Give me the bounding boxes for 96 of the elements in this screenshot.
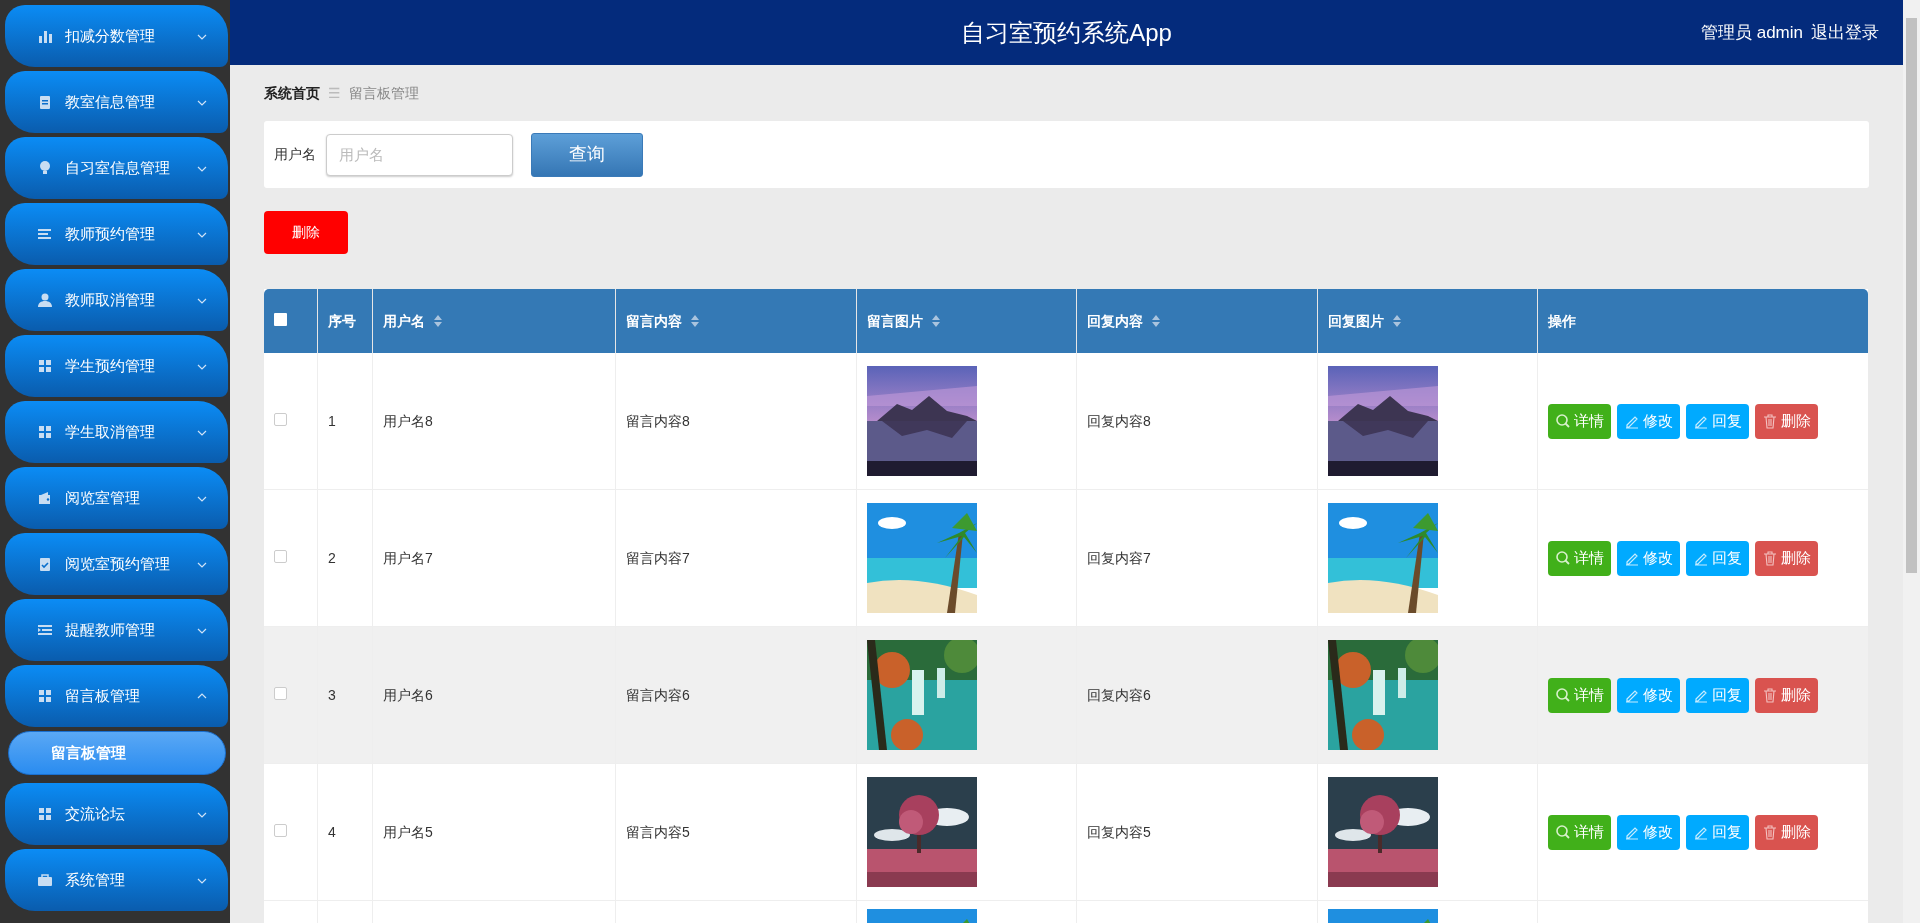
edit-button[interactable]: 修改 xyxy=(1617,403,1680,439)
delete-button[interactable]: 删除 xyxy=(1755,540,1818,576)
sort-icon[interactable] xyxy=(433,313,443,328)
breadcrumb-current: 留言板管理 xyxy=(348,84,419,103)
sidebar-item[interactable]: 提醒教师管理 xyxy=(5,599,228,661)
sidebar-item[interactable]: 学生取消管理 xyxy=(5,401,228,463)
column-header[interactable]: 留言内容 xyxy=(626,312,682,329)
username-text: 用户名6 xyxy=(383,686,433,703)
delete-button[interactable]: 删除 xyxy=(1755,403,1818,439)
search-button[interactable]: 查询 xyxy=(531,132,643,177)
sidebar-item[interactable]: 教室信息管理 xyxy=(5,71,228,133)
app-title: 自习室预约系统App xyxy=(961,17,1172,48)
sidebar-item[interactable]: 学生预约管理 xyxy=(5,335,228,397)
row-number: 2 xyxy=(328,549,336,566)
sidebar-item[interactable]: 阅览室管理 xyxy=(5,467,228,529)
sort-icon[interactable] xyxy=(1392,313,1402,328)
indent-list-icon xyxy=(37,622,53,638)
field-label: 用户名 xyxy=(274,145,316,164)
row-checkbox[interactable] xyxy=(274,823,287,837)
delete-button[interactable]: 删除 xyxy=(264,211,348,254)
search-icon xyxy=(1555,824,1571,840)
breadcrumb-separator: ☰ xyxy=(328,84,341,103)
sidebar-item[interactable]: 阅览室预约管理 xyxy=(5,533,228,595)
message-text: 留言内容6 xyxy=(626,686,690,703)
select-all-checkbox[interactable] xyxy=(274,312,287,326)
edit-button[interactable]: 修改 xyxy=(1617,814,1680,850)
detail-button[interactable]: 详情 xyxy=(1548,540,1611,576)
column-header[interactable]: 用户名 xyxy=(383,312,425,329)
row-checkbox[interactable] xyxy=(274,549,287,563)
person-icon xyxy=(37,292,53,308)
reply-button[interactable]: 回复 xyxy=(1686,677,1749,713)
row-checkbox[interactable] xyxy=(274,412,287,426)
username-text: 用户名5 xyxy=(383,823,433,840)
detail-button[interactable]: 详情 xyxy=(1548,814,1611,850)
delete-button[interactable]: 删除 xyxy=(1755,814,1818,850)
reply-text: 回复内容6 xyxy=(1087,686,1151,703)
reply-text: 回复内容8 xyxy=(1087,412,1151,429)
edit-button[interactable]: 修改 xyxy=(1617,540,1680,576)
scrollbar-thumb[interactable] xyxy=(1906,18,1917,573)
sidebar-item[interactable]: 教师取消管理 xyxy=(5,269,228,331)
message-text: 留言内容5 xyxy=(626,823,690,840)
row-checkbox[interactable] xyxy=(274,686,287,700)
trash-icon xyxy=(1762,413,1778,429)
sidebar-item[interactable]: 交流论坛 xyxy=(5,783,228,845)
reply-button[interactable]: 回复 xyxy=(1686,403,1749,439)
column-header[interactable]: 留言图片 xyxy=(867,312,923,329)
sidebar-item[interactable]: 系统管理 xyxy=(5,849,228,911)
sort-icon[interactable] xyxy=(931,313,941,328)
grid-icon xyxy=(37,358,53,374)
user-label: 管理员 admin xyxy=(1700,22,1803,44)
breadcrumb-home[interactable]: 系统首页 xyxy=(264,83,320,104)
column-header[interactable]: 回复内容 xyxy=(1087,312,1143,329)
scrollbar[interactable] xyxy=(1903,0,1920,923)
sort-icon[interactable] xyxy=(690,313,700,328)
username-text: 用户名8 xyxy=(383,412,433,429)
reply-button[interactable]: 回复 xyxy=(1686,814,1749,850)
search-icon xyxy=(1555,687,1571,703)
column-header[interactable]: 回复图片 xyxy=(1328,312,1384,329)
search-icon xyxy=(1555,550,1571,566)
reply-text: 回复内容5 xyxy=(1087,823,1151,840)
grid-icon xyxy=(37,806,53,822)
edit-button[interactable]: 修改 xyxy=(1617,677,1680,713)
search-icon xyxy=(1555,413,1571,429)
list-icon xyxy=(37,226,53,242)
trash-icon xyxy=(1762,550,1778,566)
clipboard-check-icon xyxy=(37,556,53,572)
detail-button[interactable]: 详情 xyxy=(1548,677,1611,713)
trash-icon xyxy=(1762,687,1778,703)
message-text: 留言内容7 xyxy=(626,549,690,566)
reply-text: 回复内容7 xyxy=(1087,549,1151,566)
row-number: 1 xyxy=(328,412,336,429)
row-number: 4 xyxy=(328,823,336,840)
username-input[interactable]: 用户名 xyxy=(326,133,513,176)
detail-button[interactable]: 详情 xyxy=(1548,403,1611,439)
clipboard-icon xyxy=(37,94,53,110)
reply-button[interactable]: 回复 xyxy=(1686,540,1749,576)
column-header: 序号 xyxy=(328,312,356,329)
sidebar-item[interactable]: 留言板管理 xyxy=(5,665,228,727)
wallet-icon xyxy=(37,490,53,506)
delete-button[interactable]: 删除 xyxy=(1755,677,1818,713)
lightbulb-icon xyxy=(37,160,53,176)
briefcase-icon xyxy=(37,872,53,888)
row-number: 3 xyxy=(328,686,336,703)
bar-chart-icon xyxy=(37,28,53,44)
grid-icon xyxy=(37,424,53,440)
logout-link[interactable]: 退出登录 xyxy=(1811,20,1879,46)
message-text: 留言内容8 xyxy=(626,412,690,429)
sidebar-subitem[interactable]: 留言板管理 xyxy=(8,731,226,775)
grid-icon xyxy=(37,688,53,704)
sidebar-item[interactable]: 扣减分数管理 xyxy=(5,5,228,67)
column-header: 操作 xyxy=(1548,312,1576,329)
trash-icon xyxy=(1762,824,1778,840)
sidebar-item[interactable]: 教师预约管理 xyxy=(5,203,228,265)
sort-icon[interactable] xyxy=(1151,313,1161,328)
username-text: 用户名7 xyxy=(383,549,433,566)
sidebar-item[interactable]: 自习室信息管理 xyxy=(5,137,228,199)
